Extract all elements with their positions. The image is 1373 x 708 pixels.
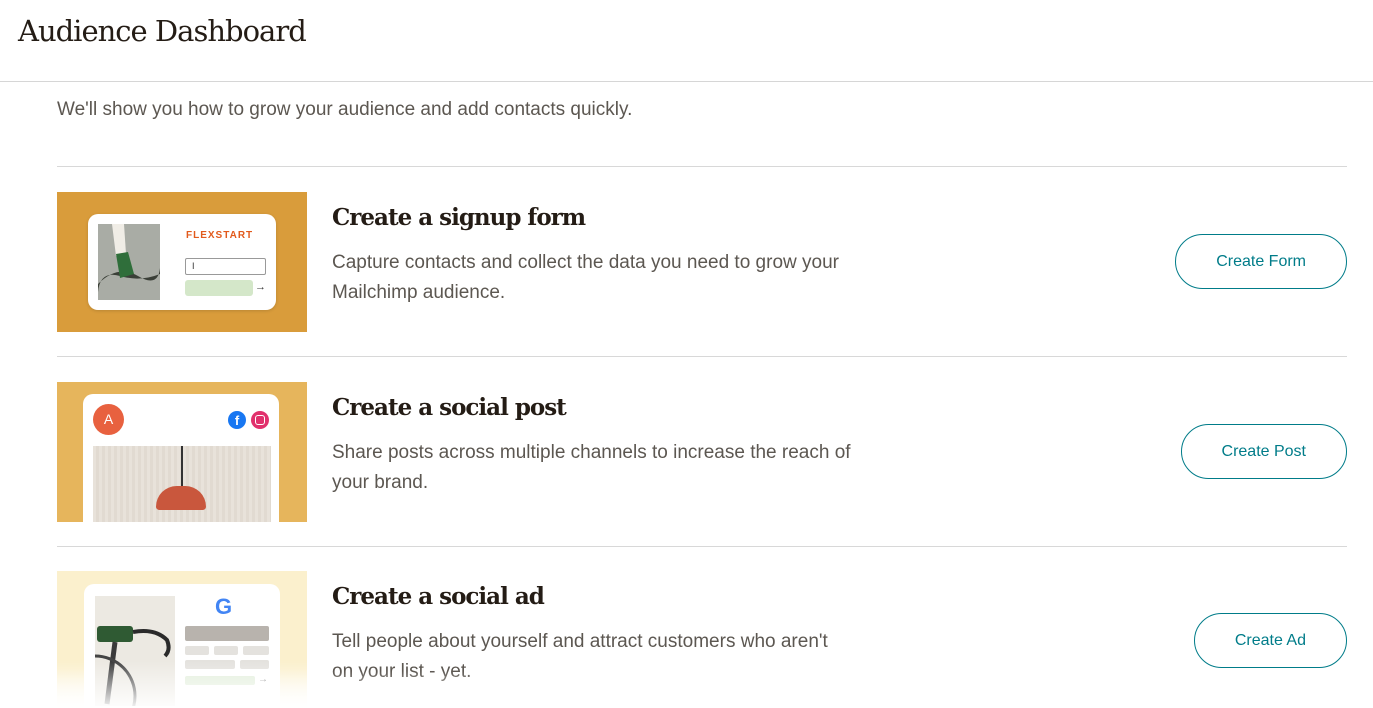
social-ad-thumbnail: G → [57, 571, 307, 708]
signup-form-card: FLEXSTART I → Create a signup form Captu… [57, 192, 1347, 332]
card-description: Share posts across multiple channels to … [332, 442, 851, 493]
avatar: A [93, 404, 124, 435]
form-preview-photo [98, 224, 160, 300]
create-post-button[interactable]: Create Post [1180, 424, 1347, 479]
card-title: Create a social ad [332, 583, 545, 610]
instagram-icon [251, 411, 269, 429]
arrow-right-icon: → [255, 281, 266, 293]
google-icon: G [215, 594, 233, 619]
card-title: Create a signup form [332, 204, 586, 231]
card-title: Create a social post [332, 394, 567, 421]
ad-text-bar [185, 646, 209, 655]
intro-text: We'll show you how to grow your audience… [57, 99, 633, 120]
divider [57, 166, 1347, 167]
create-ad-button[interactable]: Create Ad [1193, 613, 1347, 668]
fade-overlay [57, 661, 307, 708]
fade-overlay [327, 671, 887, 708]
card-description: Capture contacts and collect the data yo… [332, 252, 839, 303]
ad-headline-bar [185, 626, 269, 641]
form-preview-input: I [185, 258, 266, 275]
lamp-photo [93, 446, 271, 522]
ad-text-bar [243, 646, 269, 655]
signup-form-thumbnail: FLEXSTART I → [57, 192, 307, 332]
social-ad-card: G → Create a social ad Tell people about… [57, 571, 1347, 708]
form-preview-submit [185, 280, 253, 296]
ad-text-bar [214, 646, 238, 655]
flexstart-brand-label: FLEXSTART [186, 230, 254, 241]
divider [57, 546, 1347, 547]
page-header: Audience Dashboard [0, 0, 1373, 82]
social-post-thumbnail: A f [57, 382, 307, 522]
create-form-button[interactable]: Create Form [1175, 234, 1347, 289]
lamp-cord [181, 446, 183, 486]
social-post-card: A f Create a social post Share posts acr… [57, 382, 1347, 522]
pendant-lamp [156, 486, 206, 510]
divider [57, 356, 1347, 357]
page-title: Audience Dashboard [18, 14, 307, 48]
facebook-icon: f [228, 411, 246, 429]
post-preview-panel: A f [83, 394, 279, 522]
form-preview-panel: FLEXSTART I → [88, 214, 276, 310]
